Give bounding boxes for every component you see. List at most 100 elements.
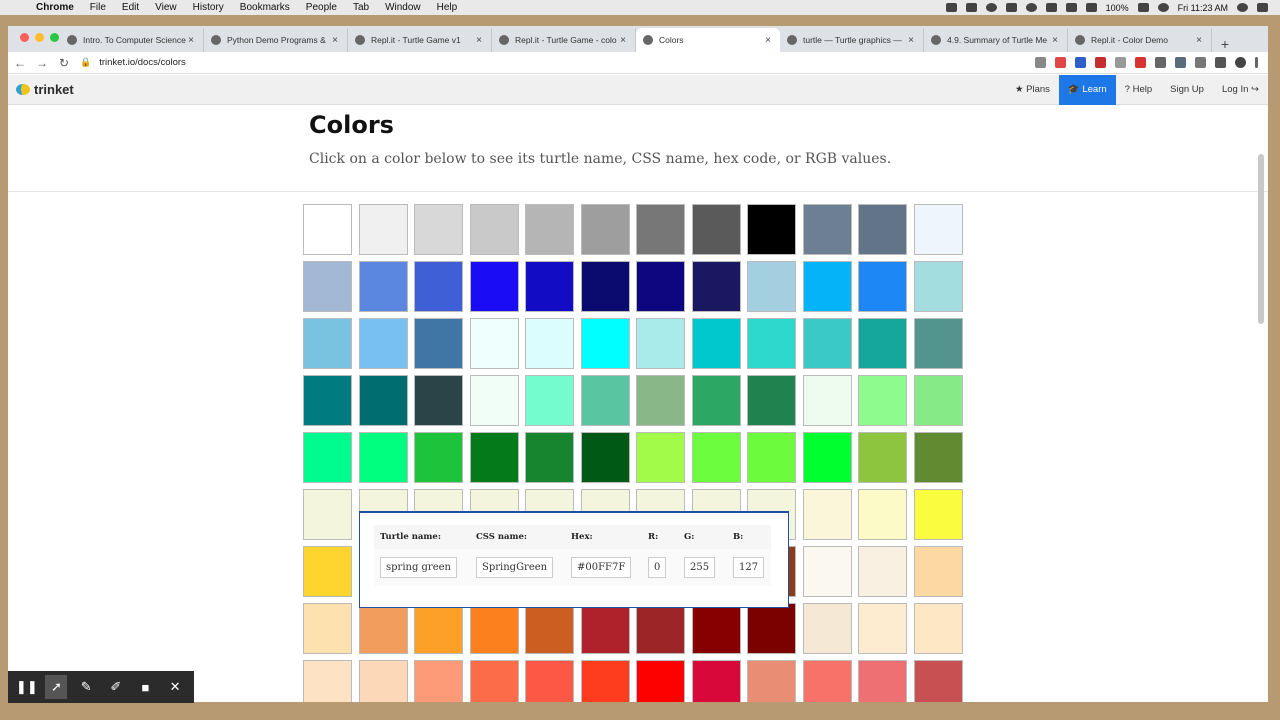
color-swatch[interactable] <box>691 432 741 483</box>
extension-icon[interactable] <box>1075 57 1086 68</box>
puzzle-icon[interactable] <box>1215 57 1226 68</box>
color-swatch[interactable] <box>525 432 574 483</box>
color-swatch[interactable] <box>525 204 574 255</box>
color-swatch[interactable] <box>636 603 685 654</box>
color-swatch[interactable] <box>525 603 574 654</box>
nav-login[interactable]: Log In ↪ <box>1213 75 1268 105</box>
bookmark-star-icon[interactable] <box>1035 57 1046 68</box>
color-swatch[interactable] <box>691 375 741 426</box>
tab-close-icon[interactable]: × <box>1194 35 1204 46</box>
color-swatch[interactable] <box>802 603 852 654</box>
color-swatch[interactable] <box>303 489 352 540</box>
menu-view[interactable]: View <box>155 2 177 13</box>
trinket-logo[interactable]: trinket <box>16 82 74 97</box>
url-text[interactable]: trinket.io/docs/colors <box>99 57 186 68</box>
color-swatch[interactable] <box>525 375 574 426</box>
extension-icon[interactable] <box>1175 57 1186 68</box>
color-swatch[interactable] <box>913 432 963 483</box>
menu-history[interactable]: History <box>193 2 224 13</box>
color-swatch[interactable] <box>636 375 685 426</box>
menu-window[interactable]: Window <box>385 2 421 13</box>
color-swatch[interactable] <box>858 432 907 483</box>
color-swatch[interactable] <box>358 318 408 369</box>
pause-icon[interactable]: ❚❚ <box>16 675 38 699</box>
color-swatch[interactable] <box>414 603 463 654</box>
wifi-icon[interactable] <box>1065 3 1077 12</box>
reload-icon[interactable]: ↻ <box>54 56 74 70</box>
nav-signup[interactable]: Sign Up <box>1161 75 1213 105</box>
color-swatch[interactable] <box>747 318 796 369</box>
color-swatch[interactable] <box>414 660 463 702</box>
battery-icon[interactable] <box>1137 3 1149 12</box>
nav-help[interactable]: ? Help <box>1116 75 1161 105</box>
drive-icon[interactable] <box>1005 3 1017 12</box>
color-swatch[interactable] <box>747 660 796 702</box>
b-value[interactable]: 127 <box>733 557 765 578</box>
color-swatch[interactable] <box>913 261 963 312</box>
browser-tab[interactable]: Python Demo Programs & × <box>204 28 348 52</box>
extension-icon[interactable] <box>1115 57 1126 68</box>
color-swatch[interactable] <box>358 432 408 483</box>
highlighter-icon[interactable]: ✐ <box>105 675 127 699</box>
color-swatch[interactable] <box>303 432 352 483</box>
extension-icon[interactable] <box>1135 57 1146 68</box>
color-swatch[interactable] <box>858 318 907 369</box>
color-swatch[interactable] <box>303 660 352 702</box>
color-swatch[interactable] <box>303 375 352 426</box>
color-swatch[interactable] <box>580 603 630 654</box>
color-swatch[interactable] <box>580 261 630 312</box>
color-swatch[interactable] <box>414 318 463 369</box>
color-swatch[interactable] <box>802 375 852 426</box>
color-swatch[interactable] <box>469 318 519 369</box>
color-swatch[interactable] <box>636 432 685 483</box>
hex-value[interactable]: #00FF7F <box>571 557 632 578</box>
color-swatch[interactable] <box>858 546 907 597</box>
extension-icon[interactable] <box>1195 57 1206 68</box>
color-swatch[interactable] <box>580 660 630 702</box>
profile-icon[interactable] <box>1235 57 1246 68</box>
color-swatch[interactable] <box>636 261 685 312</box>
color-swatch[interactable] <box>802 546 852 597</box>
color-swatch[interactable] <box>747 204 796 255</box>
pointer-icon[interactable]: ➚ <box>45 675 68 699</box>
color-swatch[interactable] <box>414 432 463 483</box>
nav-plans[interactable]: ★ Plans <box>1006 75 1059 105</box>
color-swatch[interactable] <box>802 489 852 540</box>
color-swatch[interactable] <box>303 204 352 255</box>
extension-icon[interactable] <box>1155 57 1166 68</box>
browser-tab[interactable]: Colors × <box>636 28 780 52</box>
menu-edit[interactable]: Edit <box>122 2 139 13</box>
color-swatch[interactable] <box>858 489 907 540</box>
tab-close-icon[interactable]: × <box>1050 35 1060 46</box>
forward-arrow-icon[interactable]: → <box>32 56 52 70</box>
color-swatch[interactable] <box>802 261 852 312</box>
color-swatch[interactable] <box>525 660 574 702</box>
color-swatch[interactable] <box>303 261 352 312</box>
new-tab-button[interactable]: + <box>1212 36 1238 52</box>
color-swatch[interactable] <box>580 432 630 483</box>
tab-close-icon[interactable]: × <box>763 35 773 46</box>
color-swatch[interactable] <box>358 660 408 702</box>
color-swatch[interactable] <box>414 204 463 255</box>
color-swatch[interactable] <box>691 603 741 654</box>
color-swatch[interactable] <box>414 261 463 312</box>
menu-app-name[interactable]: Chrome <box>36 2 74 13</box>
menu-file[interactable]: File <box>90 2 106 13</box>
turtle-name-value[interactable]: spring green <box>380 557 457 578</box>
color-swatch[interactable] <box>580 204 630 255</box>
color-swatch[interactable] <box>691 660 741 702</box>
camera-icon[interactable]: ■ <box>134 675 156 699</box>
lock-icon[interactable]: 🔒 <box>80 57 91 68</box>
color-swatch[interactable] <box>913 603 963 654</box>
color-swatch[interactable] <box>858 375 907 426</box>
color-swatch[interactable] <box>358 603 408 654</box>
color-swatch[interactable] <box>414 375 463 426</box>
color-swatch[interactable] <box>469 432 519 483</box>
menu-bookmarks[interactable]: Bookmarks <box>240 2 290 13</box>
menu-tab[interactable]: Tab <box>353 2 369 13</box>
chrome-icon[interactable] <box>1025 3 1037 12</box>
tab-close-icon[interactable]: × <box>474 35 484 46</box>
browser-tab[interactable]: turtle — Turtle graphics — × <box>780 28 924 52</box>
browser-tab[interactable]: 4.9. Summary of Turtle Me × <box>924 28 1068 52</box>
back-arrow-icon[interactable]: ← <box>10 56 30 70</box>
